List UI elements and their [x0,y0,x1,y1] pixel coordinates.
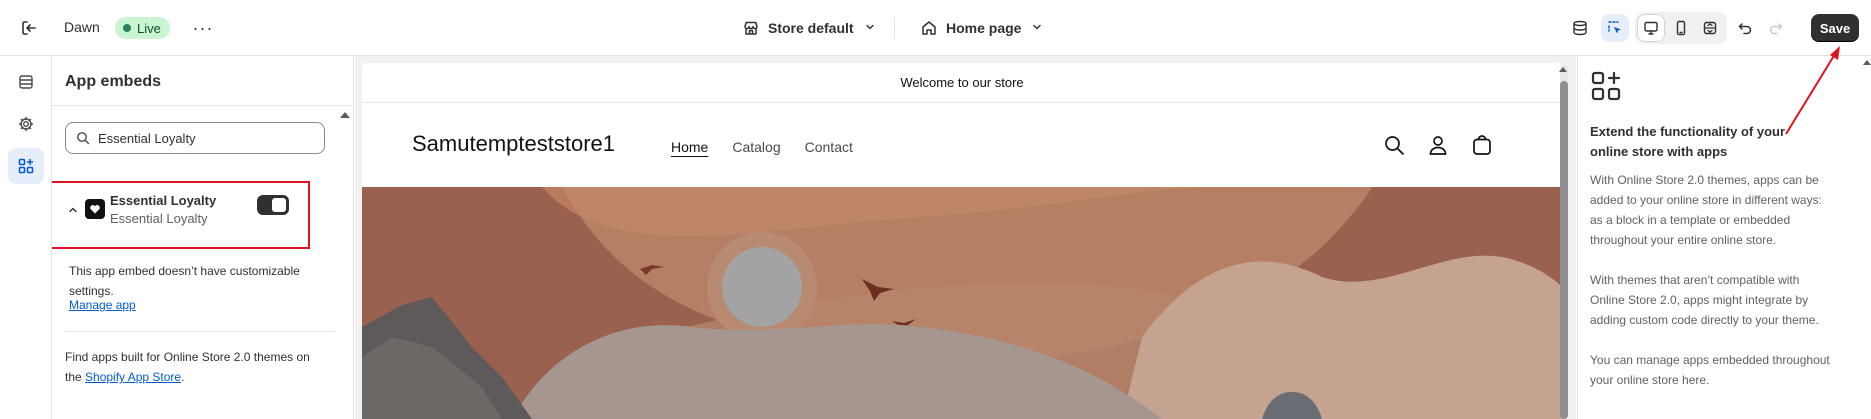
manage-app-link[interactable]: Manage app [69,298,136,312]
exit-icon[interactable] [17,16,41,40]
hero-banner-image [362,187,1562,419]
theme-database-icon[interactable] [1566,14,1594,42]
chevron-down-icon [1031,21,1043,36]
find-apps-suffix: . [181,370,185,384]
cart-icon[interactable] [1470,133,1494,157]
store-header-icons [1382,133,1494,157]
search-field[interactable] [65,122,325,154]
desktop-view-icon[interactable] [1638,15,1664,41]
nav-link-catalog[interactable]: Catalog [732,139,780,155]
store-header: Samutempteststore1 Home Catalog Contact [362,103,1562,187]
info-paragraph: With Online Store 2.0 themes, apps can b… [1590,173,1822,247]
more-actions-button[interactable]: ··· [190,16,216,40]
search-input[interactable] [98,130,318,146]
fullscreen-view-icon[interactable] [1697,15,1723,41]
live-status-label: Live [137,20,161,36]
store-nav: Home Catalog Contact [671,139,853,155]
toggle-knob [272,198,286,212]
panel-title: App embeds [65,73,162,90]
info-paragraph: You can manage apps embedded throughout … [1590,353,1830,387]
app-embed-subtitle: Essential Loyalty [110,211,208,226]
info-panel: Extend the functionality of your online … [1577,56,1871,419]
nav-link-contact[interactable]: Contact [805,139,853,155]
essential-loyalty-logo-icon [85,199,105,219]
app-embed-row-essential-loyalty[interactable]: Essential Loyalty Essential Loyalty [52,181,310,249]
divider [65,331,335,332]
storefront-preview[interactable]: Welcome to our store Samutempteststore1 … [362,63,1562,419]
live-status-badge: Live [115,17,170,39]
app-embeds-icon[interactable] [8,148,44,184]
page-selector[interactable]: Home page [920,15,1043,41]
viewport-toggle-group [1635,12,1727,44]
app-embed-description: This app embed doesn’t have customizable… [69,264,300,298]
chevron-down-icon [864,21,876,36]
status-dot-icon [123,24,131,32]
left-rail [0,56,52,419]
store-icon [744,21,758,35]
undo-icon[interactable] [1731,14,1759,42]
toolbar-divider [894,17,895,39]
scroll-up-arrow-icon[interactable] [340,112,350,118]
scrollbar-thumb[interactable] [1560,81,1568,419]
nav-link-home[interactable]: Home [671,139,708,155]
scroll-up-arrow-icon[interactable] [1863,60,1871,65]
inspector-select-icon[interactable] [1601,14,1629,42]
mobile-view-icon[interactable] [1668,15,1694,41]
divider [52,105,353,106]
scroll-up-arrow-icon[interactable] [1559,67,1567,72]
store-name[interactable]: Samutempteststore1 [412,131,615,157]
redo-icon[interactable] [1762,14,1790,42]
home-icon [922,21,936,35]
sections-icon[interactable] [8,64,44,100]
search-icon [77,132,90,145]
settings-gear-icon[interactable] [8,106,44,142]
theme-name: Dawn [64,19,100,35]
top-bar: Dawn Live ··· Store default Home page Sa… [0,0,1871,56]
app-embed-toggle[interactable] [257,195,289,215]
search-icon[interactable] [1382,133,1406,157]
store-selector[interactable]: Store default [742,15,876,41]
shopify-app-store-link[interactable]: Shopify App Store [85,370,181,384]
page-selector-label: Home page [946,20,1022,36]
announcement-bar: Welcome to our store [362,63,1562,103]
chevron-up-icon[interactable] [67,204,79,219]
info-panel-title: Extend the functionality of your online … [1590,124,1786,159]
app-embeds-panel: App embeds Essential Loyalty Essential L… [52,56,354,419]
account-icon[interactable] [1426,133,1450,157]
save-button[interactable]: Save [1811,14,1859,42]
info-paragraph: With themes that aren’t compatible with … [1590,273,1819,327]
store-selector-label: Store default [768,20,854,36]
apps-icon [1591,71,1621,101]
app-embed-name: Essential Loyalty [110,193,217,208]
preview-scrollbar[interactable] [1560,65,1568,419]
find-apps-text: Find apps built for Online Store 2.0 the… [65,347,325,387]
